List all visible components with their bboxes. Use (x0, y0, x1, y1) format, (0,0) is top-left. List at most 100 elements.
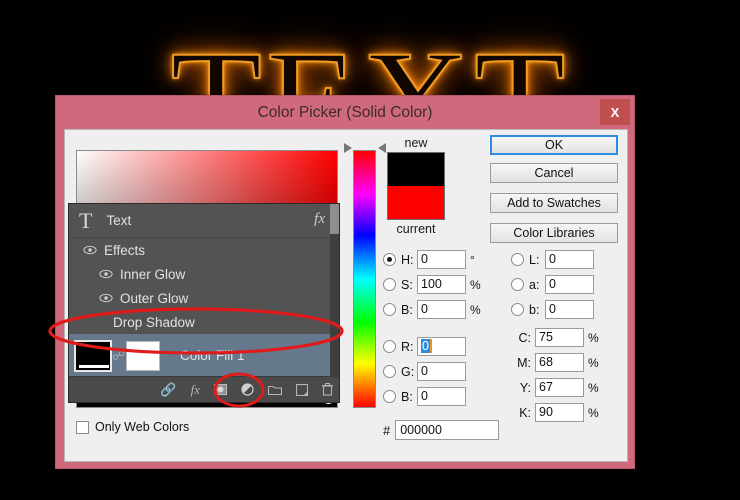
radio-b-brightness[interactable] (383, 303, 396, 316)
color-swatch-box[interactable] (387, 152, 445, 220)
label-g: G: (401, 365, 417, 379)
radio-b-blue[interactable] (383, 390, 396, 403)
link-icon[interactable]: ☍ (112, 348, 124, 364)
new-color-label: new (385, 135, 447, 151)
adjustment-icon[interactable] (241, 383, 254, 396)
unit-s: % (470, 278, 482, 292)
input-r[interactable]: 0 (417, 337, 466, 356)
label-c: C: (511, 331, 531, 345)
hex-hash-label: # (383, 423, 390, 438)
layers-scrollbar[interactable] (330, 204, 339, 378)
radio-s[interactable] (383, 278, 396, 291)
label-y: Y: (511, 381, 531, 395)
layer-row-outer-glow[interactable]: Outer Glow (69, 286, 339, 310)
radio-l[interactable] (511, 253, 524, 266)
label-b-brightness: B: (401, 303, 417, 317)
layer-row-inner-glow[interactable]: Inner Glow (69, 262, 339, 286)
layer-name-color-fill-1: Color Fill 1 (180, 348, 245, 363)
input-s[interactable]: 100 (417, 275, 466, 294)
field-row-b-lab: b: 0 (511, 297, 594, 322)
label-s: S: (401, 278, 417, 292)
input-y[interactable]: 67 (535, 378, 584, 397)
trash-icon[interactable] (322, 383, 333, 396)
unit-k: % (588, 406, 600, 420)
layer-name-text: Text (106, 213, 131, 228)
layer-name-outer-glow: Outer Glow (120, 291, 188, 306)
add-to-swatches-button[interactable]: Add to Swatches (490, 193, 618, 213)
color-preview: new current (385, 135, 447, 237)
cancel-button[interactable]: Cancel (490, 163, 618, 183)
label-b-blue: B: (401, 390, 417, 404)
text-layer-icon: T (79, 210, 92, 232)
hue-slider[interactable] (353, 150, 376, 408)
input-k[interactable]: 90 (535, 403, 584, 422)
radio-r[interactable] (383, 340, 396, 353)
label-r: R: (401, 340, 417, 354)
input-m[interactable]: 68 (535, 353, 584, 372)
current-color-label: current (385, 221, 447, 237)
eye-icon[interactable] (83, 245, 97, 255)
only-web-colors-row[interactable]: Only Web Colors (76, 420, 189, 434)
input-h[interactable]: 0 (417, 250, 466, 269)
input-l[interactable]: 0 (545, 250, 594, 269)
eye-icon[interactable] (99, 269, 113, 279)
mask-icon[interactable] (214, 384, 227, 395)
radio-g[interactable] (383, 365, 396, 378)
ok-button[interactable]: OK (490, 135, 618, 155)
dialog-buttons: OK Cancel Add to Swatches Color Librarie… (490, 135, 618, 251)
layer-row-effects[interactable]: Effects (69, 238, 339, 262)
only-web-colors-checkbox[interactable] (76, 421, 89, 434)
input-r-value: 0 (421, 339, 432, 353)
layer-name-drop-shadow: Drop Shadow (113, 315, 195, 330)
hex-field-row: # 000000 (383, 420, 499, 440)
label-a: a: (529, 278, 545, 292)
hex-input[interactable]: 000000 (395, 420, 499, 440)
input-a[interactable]: 0 (545, 275, 594, 294)
current-color-swatch[interactable] (388, 186, 444, 219)
input-c[interactable]: 75 (535, 328, 584, 347)
radio-a[interactable] (511, 278, 524, 291)
input-b-lab[interactable]: 0 (545, 300, 594, 319)
link-icon[interactable]: 🔗 (160, 383, 176, 396)
field-row-b-blue: B: 0 (383, 384, 482, 409)
hsb-rgb-column: H: 0 ° S: 100 % B: 0 % (383, 247, 482, 409)
input-g[interactable]: 0 (417, 362, 466, 381)
field-row-c: C: 75 % (511, 325, 600, 350)
unit-h: ° (470, 253, 482, 267)
folder-icon[interactable] (268, 384, 282, 395)
cmyk-column: C: 75 % M: 68 % Y: 67 % K: (511, 325, 600, 425)
layer-mask-thumbnail[interactable] (126, 341, 160, 371)
dialog-title: Color Picker (Solid Color) (258, 104, 433, 122)
fill-layer-thumbnail[interactable] (74, 340, 112, 372)
new-color-swatch[interactable] (388, 153, 444, 186)
field-row-r: R: 0 (383, 334, 482, 359)
layer-row-drop-shadow[interactable]: Drop Shadow (69, 310, 339, 334)
field-row-s: S: 100 % (383, 272, 482, 297)
close-icon[interactable]: X (600, 99, 630, 125)
layers-panel: T Text fx Effects Inner Glow Outer Glow (68, 203, 340, 403)
layer-name-effects: Effects (104, 243, 145, 258)
eye-icon[interactable] (99, 293, 113, 303)
screen-root: TEXT Color Picker (Solid Color) X new (0, 0, 740, 500)
unit-b-brightness: % (470, 303, 482, 317)
layers-scrollbar-thumb[interactable] (330, 204, 339, 234)
field-row-h: H: 0 ° (383, 247, 482, 272)
layer-row-color-fill-1[interactable]: ☍ Color Fill 1 (69, 334, 339, 378)
layer-row-text[interactable]: T Text fx (69, 204, 339, 238)
radio-b-lab[interactable] (511, 303, 524, 316)
radio-h[interactable] (383, 253, 396, 266)
field-row-b-brightness: B: 0 % (383, 297, 482, 322)
unit-y: % (588, 381, 600, 395)
input-b-blue[interactable]: 0 (417, 387, 466, 406)
field-row-a: a: 0 (511, 272, 594, 297)
label-h: H: (401, 253, 417, 267)
fx-icon[interactable]: fx (314, 211, 325, 228)
label-m: M: (511, 356, 531, 370)
input-b-brightness[interactable]: 0 (417, 300, 466, 319)
field-row-l: L: 0 (511, 247, 594, 272)
color-libraries-button[interactable]: Color Libraries (490, 223, 618, 243)
label-b-lab: b: (529, 303, 545, 317)
field-row-k: K: 90 % (511, 400, 600, 425)
fx-icon[interactable]: fx (191, 383, 200, 396)
new-layer-icon[interactable] (296, 384, 308, 396)
